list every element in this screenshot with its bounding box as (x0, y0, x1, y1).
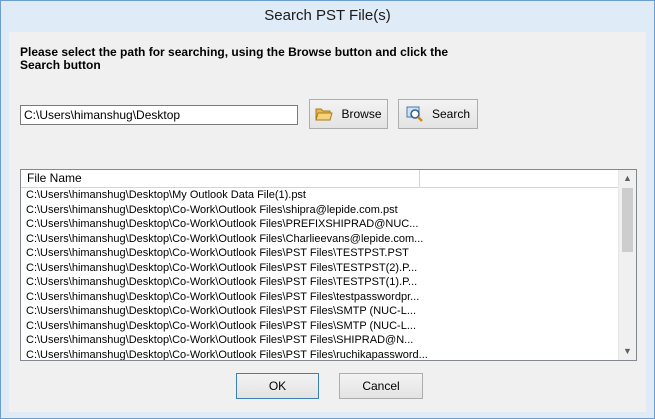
folder-open-icon (315, 106, 334, 122)
scroll-thumb[interactable] (622, 188, 633, 252)
cancel-button[interactable]: Cancel (339, 373, 423, 399)
file-list[interactable]: File Name C:\Users\himanshug\Desktop\My … (20, 169, 637, 361)
magnifier-icon (406, 106, 424, 122)
list-item[interactable]: C:\Users\himanshug\Desktop\My Outlook Da… (21, 188, 620, 203)
column-header-blank (421, 170, 620, 187)
list-item[interactable]: C:\Users\himanshug\Desktop\Co-Work\Outlo… (21, 304, 620, 319)
list-item[interactable]: C:\Users\himanshug\Desktop\Co-Work\Outlo… (21, 203, 620, 218)
search-button-label: Search (431, 107, 471, 121)
search-button[interactable]: Search (398, 99, 478, 129)
path-input[interactable] (20, 105, 298, 125)
list-item[interactable]: C:\Users\himanshug\Desktop\Co-Work\Outlo… (21, 348, 620, 361)
dialog-title: Search PST File(s) (1, 1, 654, 31)
file-list-rows: C:\Users\himanshug\Desktop\My Outlook Da… (21, 188, 620, 361)
file-list-header: File Name (21, 170, 620, 188)
browse-button-label: Browse (341, 107, 382, 121)
list-item[interactable]: C:\Users\himanshug\Desktop\Co-Work\Outlo… (21, 261, 620, 276)
scroll-up-arrow-icon[interactable]: ▲ (619, 170, 636, 187)
cancel-button-label: Cancel (362, 379, 400, 393)
column-header-file-name[interactable]: File Name (21, 170, 420, 187)
list-item[interactable]: C:\Users\himanshug\Desktop\Co-Work\Outlo… (21, 333, 620, 348)
browse-button[interactable]: Browse (309, 99, 388, 129)
ok-button[interactable]: OK (236, 373, 319, 399)
vertical-scrollbar[interactable]: ▲ ▼ (618, 170, 636, 360)
list-item[interactable]: C:\Users\himanshug\Desktop\Co-Work\Outlo… (21, 217, 620, 232)
dialog-body: Please select the path for searching, us… (9, 32, 646, 412)
list-item[interactable]: C:\Users\himanshug\Desktop\Co-Work\Outlo… (21, 275, 620, 290)
list-item[interactable]: C:\Users\himanshug\Desktop\Co-Work\Outlo… (21, 232, 620, 247)
list-item[interactable]: C:\Users\himanshug\Desktop\Co-Work\Outlo… (21, 290, 620, 305)
scroll-down-arrow-icon[interactable]: ▼ (619, 343, 636, 360)
list-item[interactable]: C:\Users\himanshug\Desktop\Co-Work\Outlo… (21, 319, 620, 334)
search-pst-dialog: Search PST File(s) Please select the pat… (0, 0, 655, 419)
ok-button-label: OK (268, 379, 287, 393)
instructions-text: Please select the path for searching, us… (20, 45, 449, 72)
list-item[interactable]: C:\Users\himanshug\Desktop\Co-Work\Outlo… (21, 246, 620, 261)
